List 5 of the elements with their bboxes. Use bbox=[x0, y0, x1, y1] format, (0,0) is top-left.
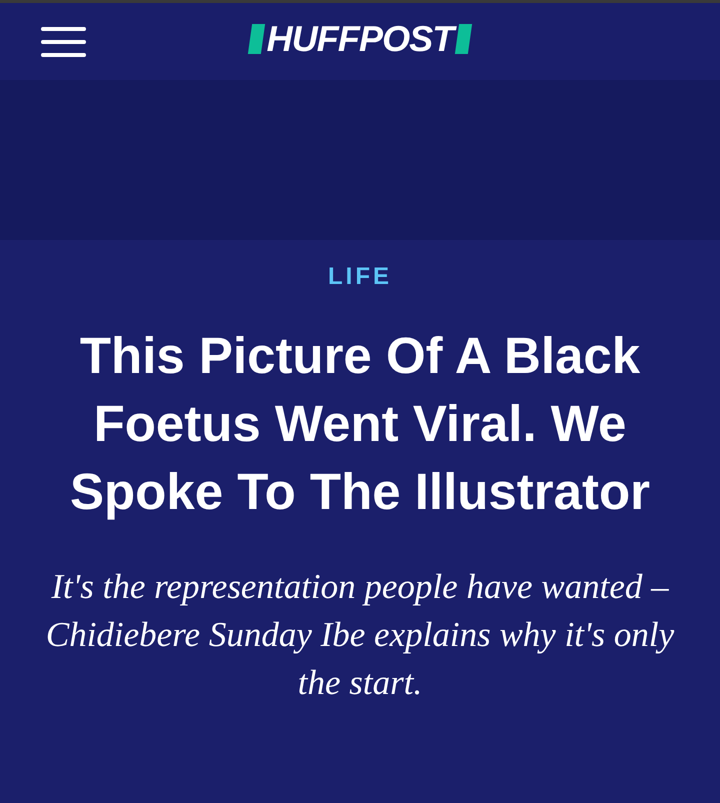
category-link[interactable]: LIFE bbox=[328, 260, 392, 294]
logo[interactable]: HUFFPOST bbox=[250, 20, 470, 56]
headline: This Picture Of A Black Foetus Went Viral. We Spoke To The Illustrator bbox=[69, 326, 651, 522]
subtitle: It's the representation people have wanted – Chidiebere Sunday Ibe explains why it's only the start. bbox=[44, 566, 676, 704]
menu-icon[interactable] bbox=[41, 27, 86, 57]
